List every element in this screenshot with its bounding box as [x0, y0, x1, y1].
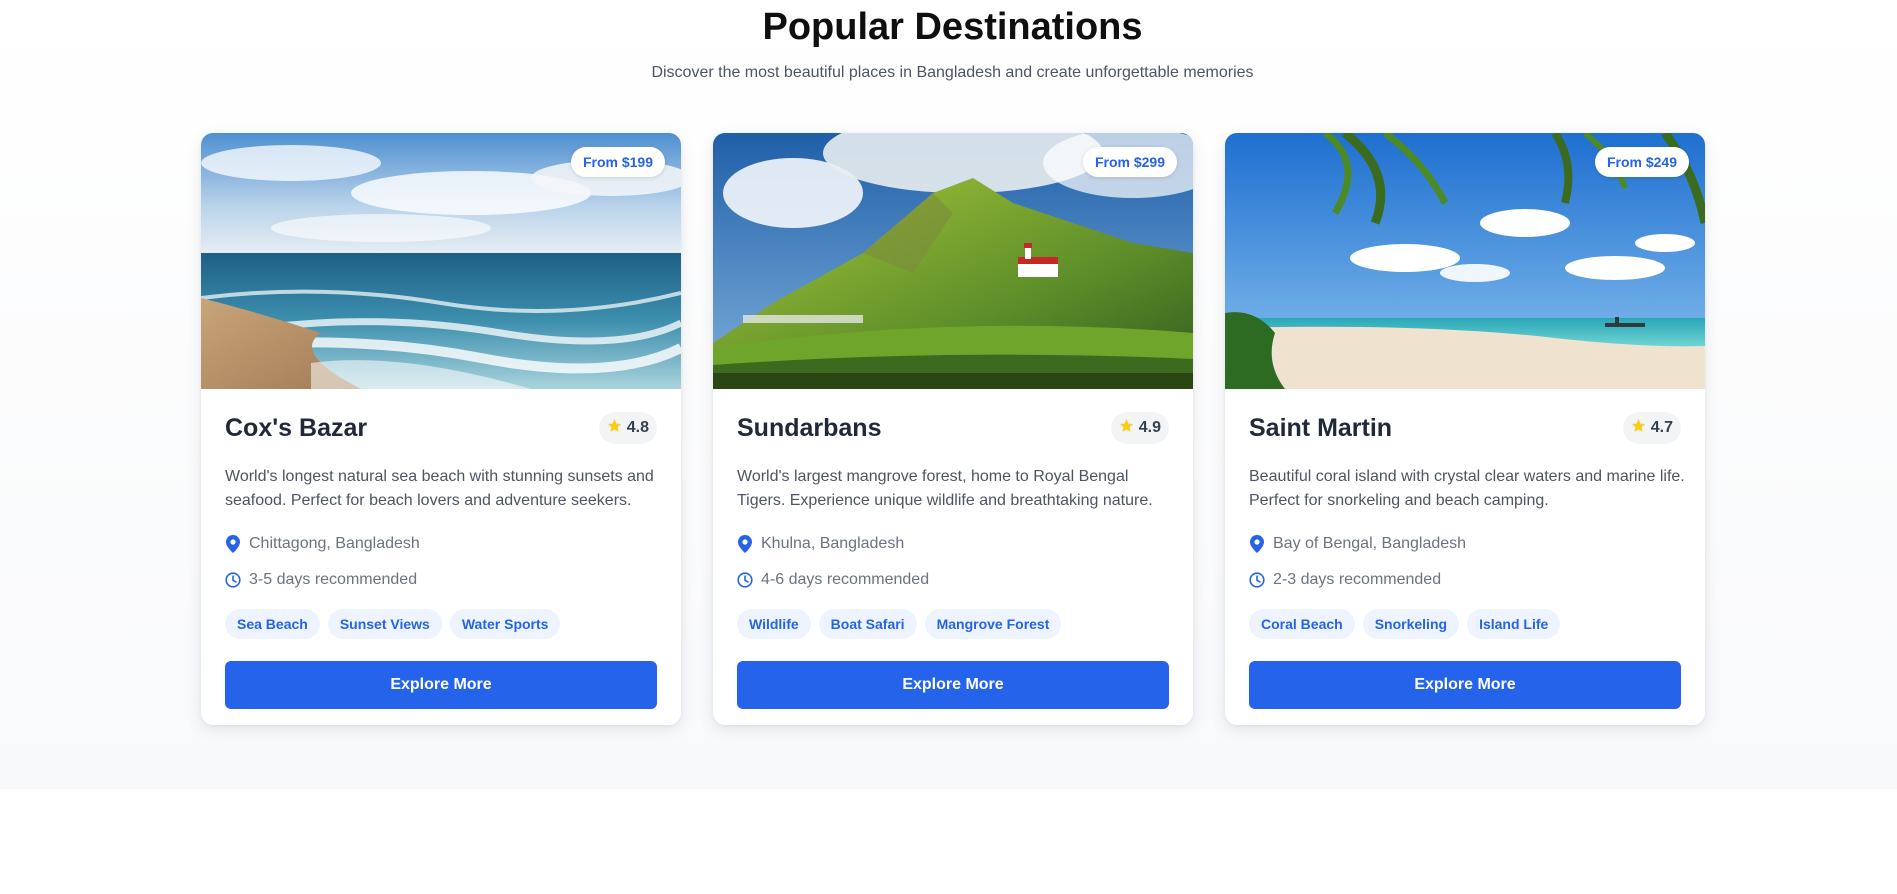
destinations-section: Popular Destinations Discover the most b… [0, 0, 1897, 789]
location-text: Bay of Bengal, Bangladesh [1273, 535, 1467, 552]
destination-image-green-mountain: From $299 [713, 133, 1193, 389]
tag: Wildlife [737, 609, 811, 639]
duration-row: 4-6 days recommended [737, 571, 929, 589]
map-pin-icon [737, 535, 753, 553]
card-body: Sundarbans 4.9 World's largest mangrove … [713, 389, 1193, 725]
star-icon [1119, 418, 1134, 438]
location-row: Chittagong, Bangladesh [225, 535, 420, 553]
duration-row: 3-5 days recommended [225, 571, 417, 589]
clock-icon [225, 571, 241, 589]
tag-list: Wildlife Boat Safari Mangrove Forest [737, 609, 1062, 639]
tag: Sunset Views [327, 609, 442, 639]
price-badge: From $199 [570, 147, 665, 177]
clock-icon [1249, 571, 1265, 589]
tag: Sea Beach [225, 609, 320, 639]
location-row: Bay of Bengal, Bangladesh [1249, 535, 1466, 553]
duration-text: 2-3 days recommended [1273, 571, 1442, 588]
destination-card-coxs-bazar[interactable]: From $199 Cox's Bazar 4.8 World's longes… [201, 133, 681, 725]
rating-badge: 4.7 [1622, 412, 1681, 444]
destination-image-ocean-beach: From $199 [201, 133, 681, 389]
destination-card-sundarbans[interactable]: From $299 Sundarbans 4.9 World's largest… [713, 133, 1193, 725]
tag: Mangrove Forest [924, 609, 1062, 639]
location-text: Chittagong, Bangladesh [249, 535, 420, 552]
clock-icon [737, 571, 753, 589]
page-subtitle: Discover the most beautiful places in Ba… [651, 64, 1254, 81]
price-badge: From $249 [1594, 147, 1689, 177]
map-pin-icon [1249, 535, 1265, 553]
rating-value: 4.8 [626, 419, 649, 436]
explore-more-button[interactable]: Explore More [1249, 661, 1681, 709]
rating-value: 4.7 [1650, 419, 1673, 436]
explore-more-button[interactable]: Explore More [225, 661, 657, 709]
duration-text: 4-6 days recommended [761, 571, 930, 588]
location-row: Khulna, Bangladesh [737, 535, 904, 553]
rating-value: 4.9 [1138, 419, 1161, 436]
tag: Coral Beach [1249, 609, 1355, 639]
rating-badge: 4.8 [598, 412, 657, 444]
tag: Snorkeling [1362, 609, 1460, 639]
page-title: Popular Destinations [762, 6, 1143, 48]
explore-more-button[interactable]: Explore More [737, 661, 1169, 709]
destination-card-saint-martin[interactable]: From $249 Saint Martin 4.7 Beautiful cor… [1225, 133, 1705, 725]
rating-badge: 4.9 [1110, 412, 1169, 444]
map-pin-icon [225, 535, 241, 553]
destination-image-tropical-island: From $249 [1225, 133, 1705, 389]
tag: Water Sports [449, 609, 561, 639]
duration-row: 2-3 days recommended [1249, 571, 1441, 589]
star-icon [607, 418, 622, 438]
tag-list: Coral Beach Snorkeling Island Life [1249, 609, 1561, 639]
destination-description: World's largest mangrove forest, home to… [737, 468, 1153, 509]
card-body: Cox's Bazar 4.8 World's longest natural … [201, 389, 681, 725]
destination-name: Saint Martin [1249, 414, 1393, 442]
destination-description: World's longest natural sea beach with s… [225, 468, 654, 509]
location-text: Khulna, Bangladesh [761, 535, 905, 552]
tag: Boat Safari [818, 609, 917, 639]
tag: Island Life [1467, 609, 1561, 639]
duration-text: 3-5 days recommended [249, 571, 418, 588]
card-body: Saint Martin 4.7 Beautiful coral island … [1225, 389, 1705, 725]
price-badge: From $299 [1082, 147, 1177, 177]
destination-name: Sundarbans [737, 414, 882, 442]
tag-list: Sea Beach Sunset Views Water Sports [225, 609, 561, 639]
destination-description: Beautiful coral island with crystal clea… [1249, 468, 1685, 509]
destination-name: Cox's Bazar [225, 414, 368, 442]
star-icon [1631, 418, 1646, 438]
